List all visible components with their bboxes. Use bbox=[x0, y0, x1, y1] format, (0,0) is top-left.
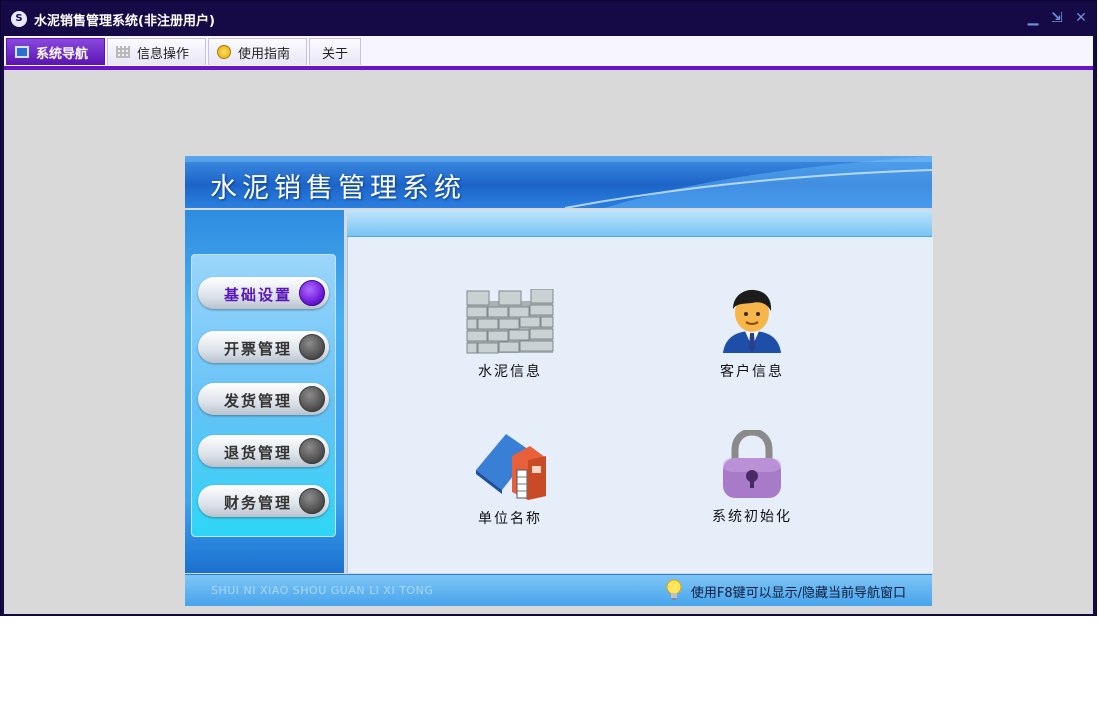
app-icon: S bbox=[11, 11, 27, 27]
tab-label: 系统导航 bbox=[36, 46, 89, 62]
building-icon bbox=[476, 434, 546, 500]
tile-cement-info[interactable]: 水泥信息 bbox=[445, 289, 575, 381]
tab-info-ops[interactable]: 信息操作 bbox=[107, 38, 206, 65]
minimize-icon[interactable]: ▁ bbox=[1026, 10, 1040, 26]
nav-label: 开票管理 bbox=[224, 340, 293, 358]
status-dot-icon bbox=[299, 334, 325, 360]
tab-user-guide[interactable]: 使用指南 bbox=[208, 38, 307, 65]
close-icon[interactable]: ✕ bbox=[1074, 10, 1088, 26]
tile-customer-info[interactable]: 客户信息 bbox=[687, 289, 817, 381]
nav-finance-management[interactable]: 财务管理 bbox=[198, 485, 329, 517]
content-header-bar bbox=[347, 210, 932, 237]
navigation-panel: 水泥销售管理系统 基础设置 开票管理 发货管理 退货管理 财务管理 水泥信息 客… bbox=[185, 156, 933, 606]
status-dot-icon bbox=[299, 280, 325, 306]
nav-label: 基础设置 bbox=[224, 286, 293, 304]
tab-label: 使用指南 bbox=[238, 46, 291, 62]
sidebar: 基础设置 开票管理 发货管理 退货管理 财务管理 bbox=[185, 210, 344, 573]
window-controls: ▁ ⇲ ✕ bbox=[1026, 10, 1088, 26]
tile-label: 客户信息 bbox=[720, 364, 784, 380]
brick-wall-icon bbox=[466, 289, 554, 354]
banner-title: 水泥销售管理系统 bbox=[210, 173, 466, 204]
nav-label: 发货管理 bbox=[224, 392, 293, 410]
menu-bar: 系统导航 信息操作 使用指南 关于 bbox=[4, 36, 1093, 70]
tile-label: 单位名称 bbox=[478, 511, 542, 527]
sidebar-nav: 基础设置 开票管理 发货管理 退货管理 财务管理 bbox=[191, 254, 336, 537]
customer-icon bbox=[723, 289, 781, 353]
help-icon bbox=[217, 45, 231, 59]
tab-about[interactable]: 关于 bbox=[309, 38, 361, 65]
tile-area: 水泥信息 客户信息 单位名称 系统初始化 bbox=[347, 237, 933, 573]
app-window: S 水泥销售管理系统(非注册用户) ▁ ⇲ ✕ 系统导航 信息操作 使用指南 关… bbox=[0, 0, 1097, 616]
tab-label: 信息操作 bbox=[137, 46, 190, 62]
window-title: 水泥销售管理系统(非注册用户) bbox=[34, 14, 215, 29]
title-bar[interactable]: S 水泥销售管理系统(非注册用户) ▁ ⇲ ✕ bbox=[1, 1, 1096, 36]
nav-invoice-management[interactable]: 开票管理 bbox=[198, 331, 329, 363]
footer-bar: SHUI NI XIAO SHOU GUAN LI XI TONG 使用F8键可… bbox=[185, 574, 932, 606]
nav-label: 财务管理 bbox=[224, 494, 293, 512]
lock-icon bbox=[723, 430, 781, 498]
banner: 水泥销售管理系统 bbox=[185, 156, 932, 208]
nav-returns-management[interactable]: 退货管理 bbox=[198, 435, 329, 467]
tile-unit-name[interactable]: 单位名称 bbox=[445, 430, 575, 528]
nav-basic-settings[interactable]: 基础设置 bbox=[198, 277, 329, 309]
tab-system-nav[interactable]: 系统导航 bbox=[6, 38, 105, 65]
tile-system-init[interactable]: 系统初始化 bbox=[687, 430, 817, 526]
tile-label: 水泥信息 bbox=[478, 364, 542, 380]
restore-icon[interactable]: ⇲ bbox=[1050, 10, 1064, 26]
tile-label: 系统初始化 bbox=[712, 509, 792, 525]
grid-icon bbox=[116, 46, 130, 58]
footer-pinyin: SHUI NI XIAO SHOU GUAN LI XI TONG bbox=[211, 584, 434, 597]
nav-shipping-management[interactable]: 发货管理 bbox=[198, 383, 329, 415]
main-content: 水泥销售管理系统 基础设置 开票管理 发货管理 退货管理 财务管理 水泥信息 客… bbox=[4, 70, 1093, 614]
footer-tip: 使用F8键可以显示/隐藏当前导航窗口 bbox=[690, 586, 906, 601]
status-dot-icon bbox=[299, 488, 325, 514]
status-dot-icon bbox=[299, 386, 325, 412]
nav-label: 退货管理 bbox=[224, 444, 293, 462]
lightbulb-icon bbox=[666, 579, 682, 600]
tab-label: 关于 bbox=[322, 46, 349, 62]
monitor-icon bbox=[15, 46, 29, 58]
status-dot-icon bbox=[299, 438, 325, 464]
